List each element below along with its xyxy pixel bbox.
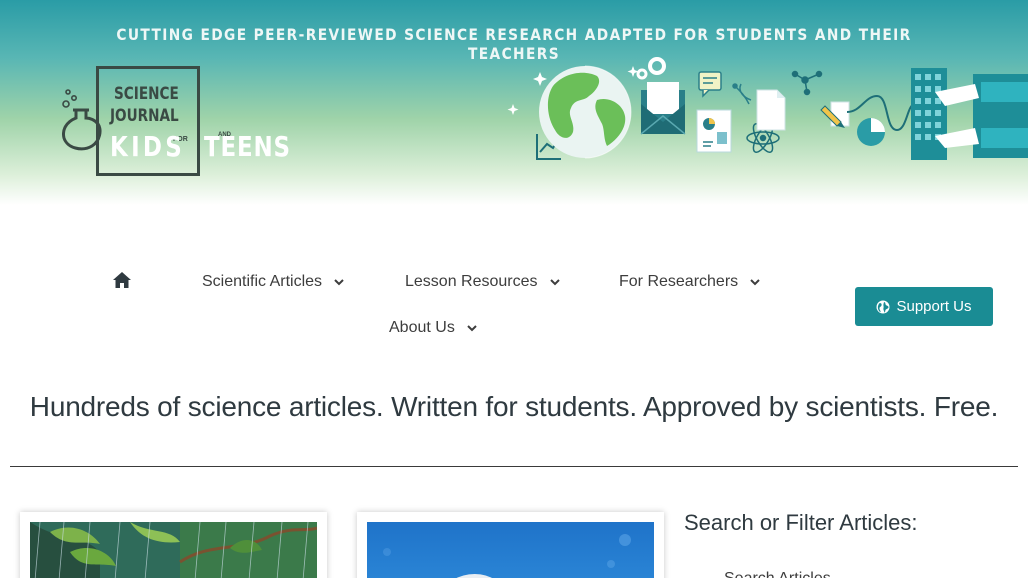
nav-lesson-resources[interactable]: Lesson Resources <box>405 273 561 291</box>
globe-icon <box>539 65 632 159</box>
report-icon <box>696 109 732 153</box>
section-divider <box>10 466 1018 467</box>
article-thumbnail-ocean[interactable] <box>367 522 654 578</box>
logo-word-teens: TEENS <box>204 130 291 163</box>
computer-icon <box>911 68 1028 160</box>
site-logo[interactable]: SCIENCE JOURNAL FOR KIDS AND TEENS <box>62 66 290 180</box>
chevron-down-icon <box>334 279 344 286</box>
article-thumbnail-rainforest[interactable] <box>30 522 317 578</box>
molecule-icon <box>791 70 823 96</box>
logo-word-journal: JOURNAL <box>110 106 179 126</box>
paper-icon <box>756 89 786 131</box>
nav-for-researchers[interactable]: For Researchers <box>619 273 761 291</box>
home-icon[interactable] <box>112 271 132 289</box>
envelope-icon <box>640 82 686 135</box>
nav-scientific-articles-label: Scientific Articles <box>202 273 323 290</box>
support-us-button[interactable]: Support Us <box>855 287 993 326</box>
nav-lesson-resources-label: Lesson Resources <box>405 273 538 290</box>
article-card[interactable] <box>357 512 664 578</box>
lab-tube-icon <box>846 94 916 146</box>
chat-bubble-icon <box>698 71 722 98</box>
pencil-icon <box>820 101 850 128</box>
nav-for-researchers-label: For Researchers <box>619 273 739 290</box>
chevron-down-icon <box>467 325 477 332</box>
logo-word-science: SCIENCE <box>114 84 179 104</box>
gears-icon <box>636 57 666 80</box>
science-illustration <box>507 57 1028 160</box>
logo-word-kids: KIDS <box>110 130 186 163</box>
dna-icon <box>732 83 752 105</box>
search-articles-label: Search Articles <box>724 570 831 578</box>
nav-about-us-label: About Us <box>389 319 455 336</box>
globe-icon <box>876 300 890 313</box>
header-banner: CUTTING EDGE PEER-REVIEWED SCIENCE RESEA… <box>0 0 1028 205</box>
chevron-down-icon <box>750 279 760 286</box>
page-headline: Hundreds of science articles. Written fo… <box>29 391 999 422</box>
chevron-down-icon <box>549 279 560 286</box>
nav-scientific-articles[interactable]: Scientific Articles <box>202 273 345 291</box>
support-us-label: Support Us <box>896 298 972 315</box>
search-filter-heading: Search or Filter Articles: <box>684 510 918 535</box>
article-card[interactable] <box>20 512 327 578</box>
nav-about-us[interactable]: About Us <box>389 319 478 337</box>
